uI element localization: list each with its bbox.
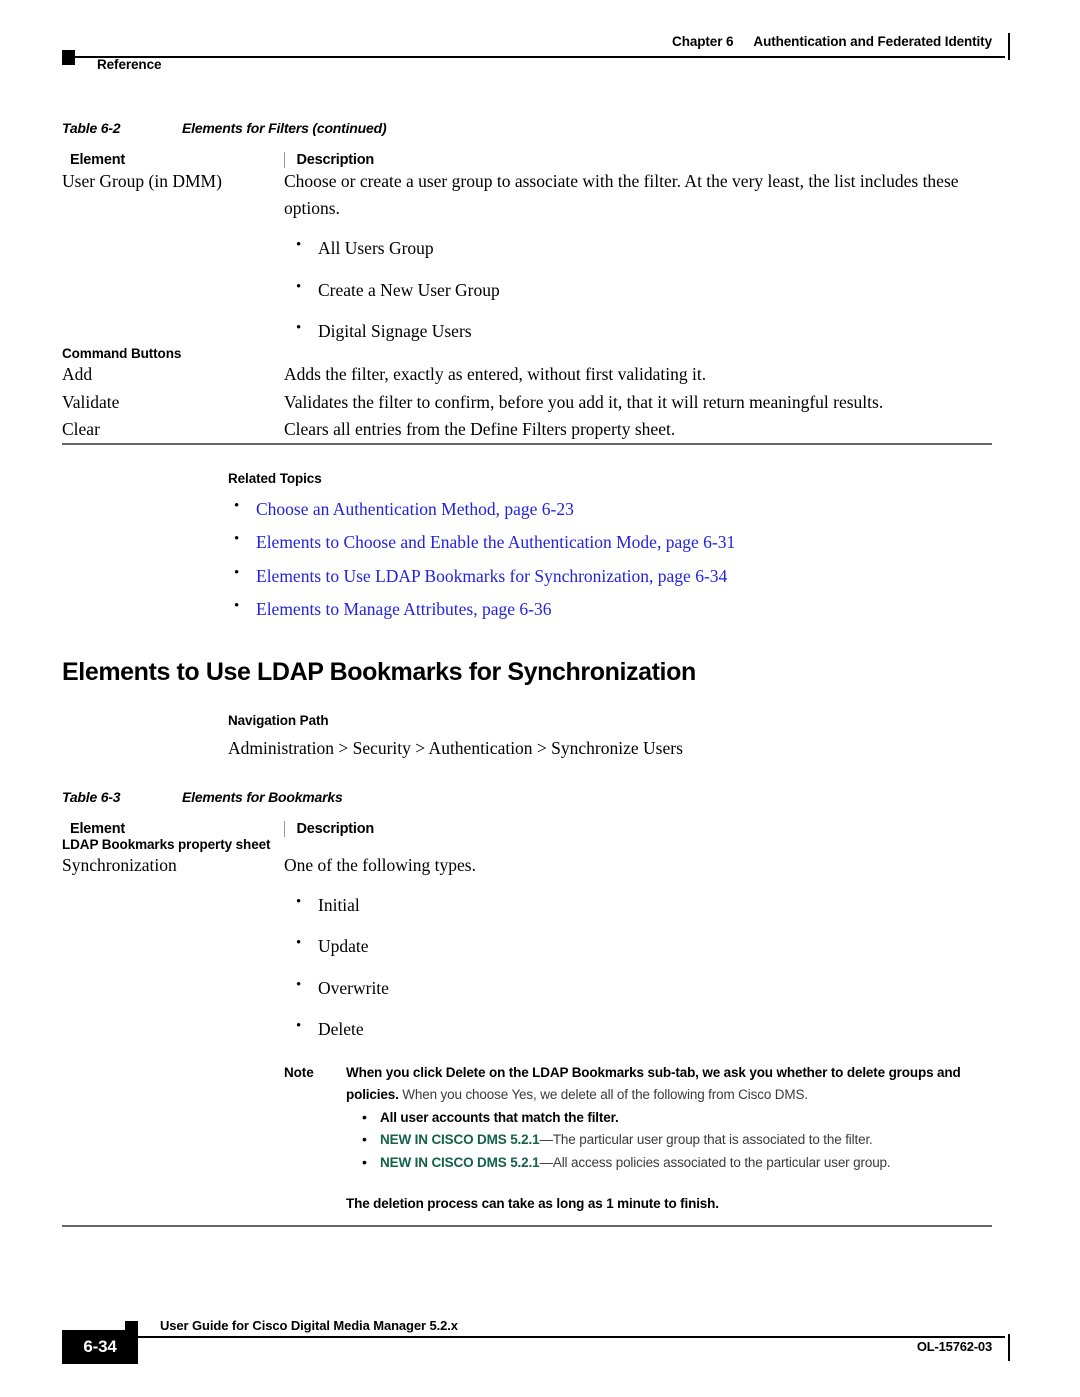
list-item: Elements to Manage Attributes, page 6-36 (228, 596, 1080, 622)
table-3-caption-title: Elements for Bookmarks (182, 788, 343, 805)
related-topic-link[interactable]: Elements to Manage Attributes, page 6-36 (256, 599, 551, 619)
header-section-label: Reference (97, 57, 162, 72)
table-2-cmd2-description: Clears all entries from the Define Filte… (284, 415, 992, 445)
related-topic-link[interactable]: Elements to Choose and Enable the Authen… (256, 532, 735, 552)
note-bullet-1-rest: —The particular user group that is assoc… (539, 1132, 873, 1148)
table-3-header-row: Element Description (62, 820, 992, 837)
table-2-col-element: Element (70, 152, 126, 168)
list-item: Delete (284, 1016, 992, 1042)
note-closing-text: The deletion process can take as long as… (346, 1196, 719, 1212)
table-row: Validate Validates the filter to confirm… (62, 389, 992, 416)
table-2-row0-bullet-list: All Users Group Create a New User Group … (284, 235, 992, 344)
table-3-col-element: Element (70, 820, 126, 837)
table-3-caption-number: Table 6-3 (62, 788, 121, 805)
related-topics-block: Related Topics Choose an Authentication … (0, 471, 1080, 622)
note-body: When you click Delete on the LDAP Bookma… (346, 1062, 992, 1215)
table-3-caption: Table 6-3 Elements for Bookmarks (0, 789, 1080, 805)
list-item: Overwrite (284, 975, 992, 1001)
page-title: Elements to Use LDAP Bookmarks for Synch… (62, 657, 696, 686)
footer-guide-title: User Guide for Cisco Digital Media Manag… (160, 1318, 458, 1333)
list-item: Initial (284, 892, 992, 918)
new-in-dms-badge: NEW IN CISCO DMS 5.2.1 (380, 1154, 540, 1170)
table-2-row0-desc-text: Choose or create a user group to associa… (284, 171, 959, 219)
footer-document-id: OL-15762-03 (916, 1339, 992, 1354)
note-bullet-2-rest: —All access policies associated to the p… (539, 1154, 891, 1170)
note-label: Note (284, 1065, 314, 1081)
list-item: All Users Group (284, 235, 992, 261)
page-footer: User Guide for Cisco Digital Media Manag… (0, 1277, 1080, 1397)
table-3-row0-bullet-list: Initial Update Overwrite Delete (284, 892, 992, 1043)
footer-page-number: 6-34 (62, 1330, 138, 1364)
note-bullet-0-bold: All user accounts that match the filter. (380, 1110, 619, 1126)
related-topic-link[interactable]: Elements to Use LDAP Bookmarks for Synch… (256, 566, 727, 586)
list-item: All user accounts that match the filter. (346, 1106, 992, 1128)
table-row: Add Adds the filter, exactly as entered,… (62, 361, 992, 388)
table-2-header-row: Element Description (62, 152, 992, 168)
note-block: Note When you click Delete on the LDAP B… (284, 1062, 992, 1215)
table-elements-for-bookmarks: Element Description LDAP Bookmarks prope… (62, 820, 992, 1227)
table-elements-for-filters: Element Description User Group (in DMM) … (62, 152, 992, 445)
navigation-path-title: Navigation Path (228, 712, 329, 728)
new-in-dms-badge: NEW IN CISCO DMS 5.2.1 (380, 1132, 540, 1148)
list-item: Digital Signage Users (284, 318, 992, 344)
list-item: Choose an Authentication Method, page 6-… (228, 496, 1080, 522)
list-item: Update (284, 933, 992, 959)
table-2-caption: Table 6-2 Elements for Filters (continued… (0, 120, 1080, 136)
page-content: Table 6-2 Elements for Filters (continued… (0, 120, 1080, 1227)
footer-tick-mark (1008, 1334, 1010, 1361)
related-topic-link[interactable]: Choose an Authentication Method, page 6-… (256, 499, 574, 519)
header-rule (62, 56, 1005, 58)
table-2-cmd0-description: Adds the filter, exactly as entered, wit… (284, 364, 707, 385)
table-3-col-description: Description (283, 820, 992, 837)
table-2-cmd0-element: Add (62, 364, 93, 385)
list-item: Create a New User Group (284, 277, 992, 303)
table-2-cmd2-element: Clear (62, 415, 284, 445)
note-lead-rest: When you choose Yes, we delete all of th… (398, 1087, 808, 1103)
header-tick-mark (1008, 33, 1010, 60)
list-item: Elements to Use LDAP Bookmarks for Synch… (228, 563, 1080, 589)
table-3-row0-desc-text: One of the following types. (284, 854, 476, 875)
list-item: NEW IN CISCO DMS 5.2.1—All access polici… (346, 1151, 992, 1173)
page-header: Chapter 6 Authentication and Federated Id… (0, 0, 1080, 90)
related-topics-list: Choose an Authentication Method, page 6-… (228, 496, 1080, 622)
table-2-cmd1-element: Validate (62, 391, 120, 412)
table-2-caption-number: Table 6-2 (62, 120, 121, 136)
breadcrumb: Administration > Security > Authenticati… (228, 737, 683, 758)
table-3-row0-element: Synchronization (62, 851, 284, 1227)
list-item: NEW IN CISCO DMS 5.2.1—The particular us… (346, 1128, 992, 1150)
navigation-path-block: Navigation Path Administration > Securit… (0, 713, 1080, 759)
table-2-subhead-row: Command Buttons (62, 346, 992, 361)
list-item: Elements to Choose and Enable the Authen… (228, 529, 1080, 555)
header-chapter-title: Authentication and Federated Identity (753, 34, 992, 49)
header-chapter-number: Chapter 6 (672, 34, 734, 49)
table-2-caption-title: Elements for Filters (continued) (182, 120, 387, 136)
table-2-subhead-command-buttons: Command Buttons (62, 346, 182, 362)
note-bullet-list: All user accounts that match the filter.… (346, 1106, 992, 1173)
table-2-row0-element: User Group (in DMM) (62, 171, 222, 191)
table-row: Clear Clears all entries from the Define… (62, 415, 992, 445)
related-topics-title: Related Topics (228, 470, 322, 486)
table-3-subhead-ldap-bookmarks: LDAP Bookmarks property sheet (62, 836, 271, 852)
header-square-marker-icon (62, 50, 75, 65)
footer-rule (62, 1336, 1005, 1338)
table-3-subhead-row: LDAP Bookmarks property sheet (62, 837, 992, 852)
table-3-row0-description: One of the following types. Initial Upda… (284, 851, 992, 1227)
header-chapter: Chapter 6 Authentication and Federated Id… (672, 34, 992, 49)
table-2-cmd1-description: Validates the filter to confirm, before … (284, 391, 884, 412)
table-row: User Group (in DMM) Choose or create a u… (62, 168, 992, 346)
table-row: Synchronization One of the following typ… (62, 851, 992, 1227)
table-2-col-description: Description (283, 152, 992, 168)
table-2-row0-description: Choose or create a user group to associa… (284, 168, 992, 346)
